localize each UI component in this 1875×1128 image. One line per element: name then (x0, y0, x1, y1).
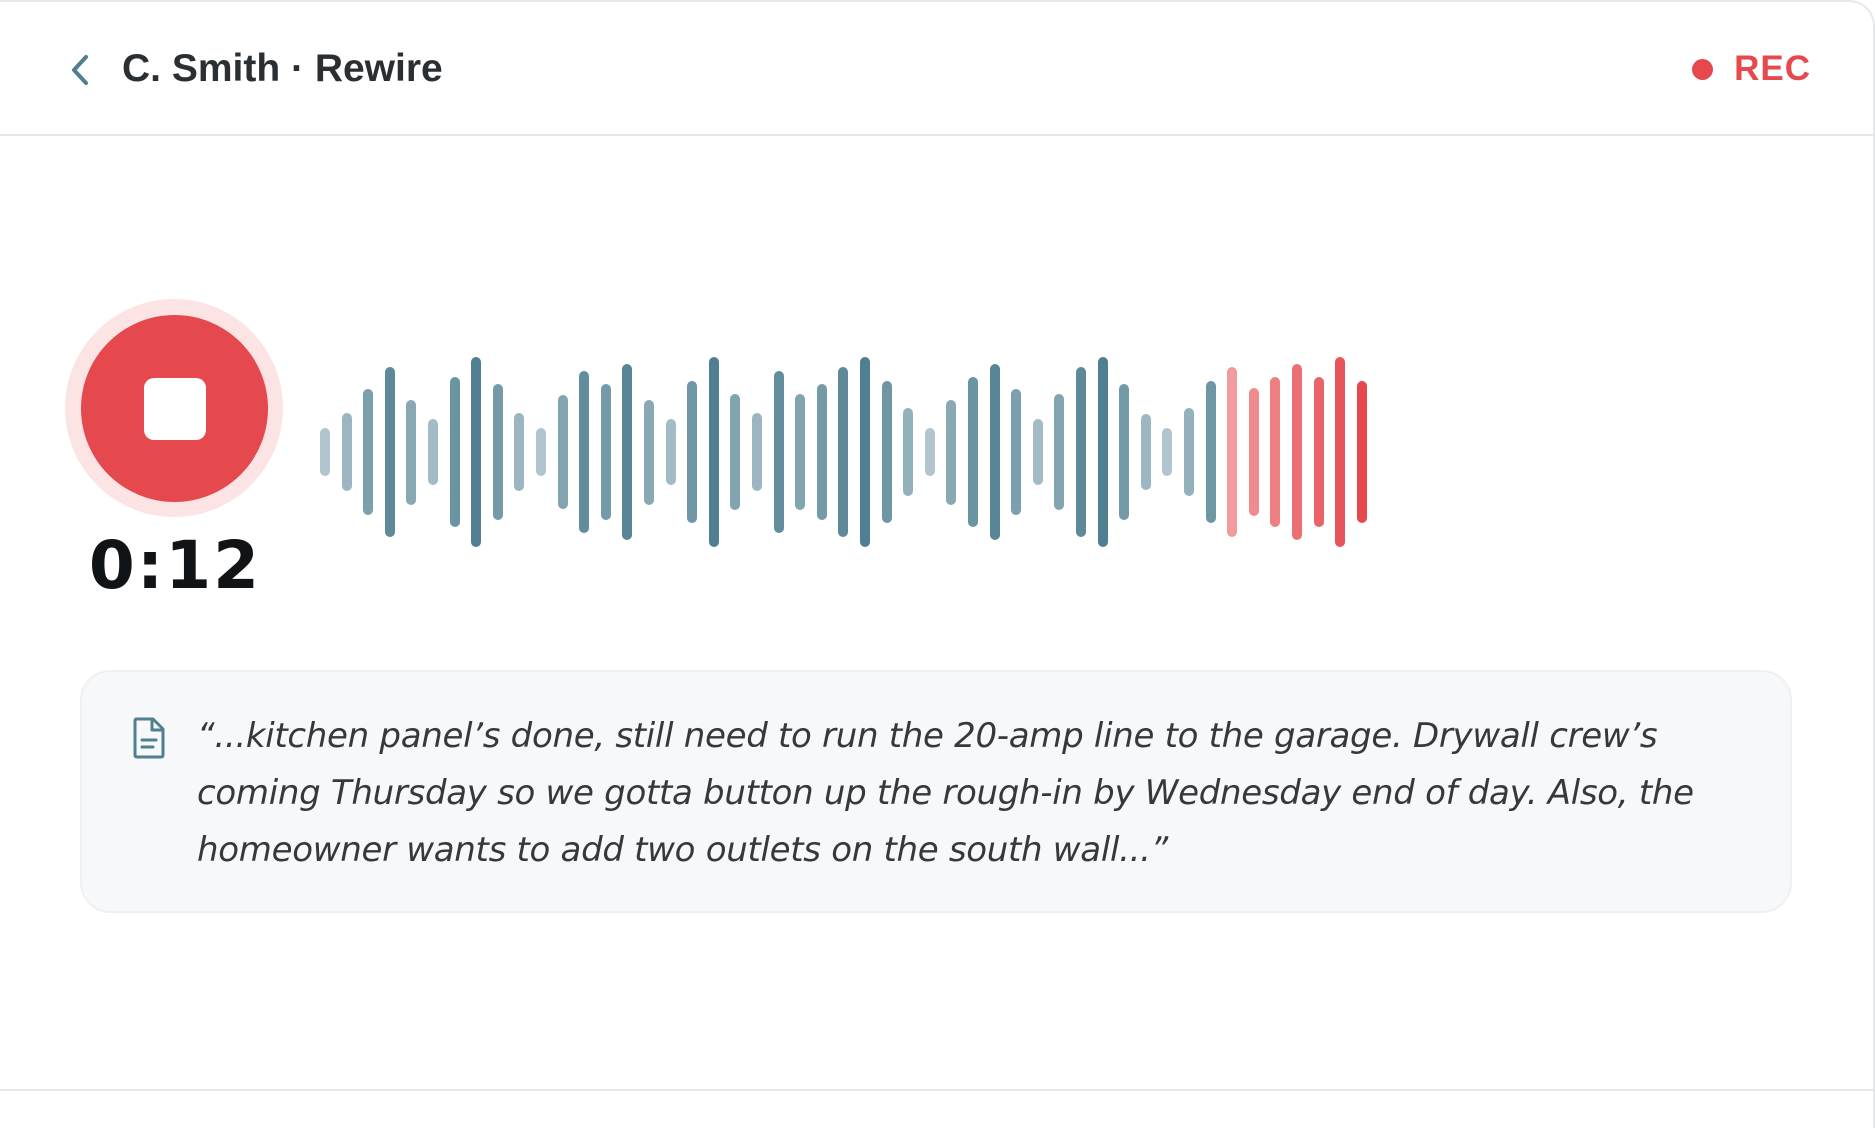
waveform-bar (665, 419, 676, 485)
waveform-bar (1335, 357, 1346, 547)
recording-indicator: REC (1692, 44, 1811, 94)
waveform-bar (1184, 408, 1194, 496)
waveform-bar (600, 384, 611, 520)
waveform-bar (881, 380, 892, 524)
waveform-bar (773, 371, 784, 533)
transcript-text: “...kitchen panel’s done, still need to … (197, 716, 1694, 870)
waveform-bar (492, 384, 503, 520)
waveform-bar (816, 384, 827, 520)
waveform-bar (514, 413, 525, 491)
waveform-bar (644, 399, 654, 505)
waveform-bar (557, 395, 568, 509)
waveform-bar (1032, 419, 1043, 485)
waveform-bar (1227, 367, 1238, 537)
chevron-left-icon (72, 55, 88, 85)
waveform-bar (687, 380, 698, 524)
waveform-bar (708, 357, 719, 547)
waveform-bar (1356, 380, 1367, 524)
document-icon (133, 717, 165, 759)
back-button[interactable] (60, 46, 100, 94)
waveform-bar (428, 419, 438, 485)
waveform-bar (449, 377, 460, 527)
waveform-bar (341, 413, 352, 491)
waveform-bar (1248, 388, 1259, 516)
waveform-bar (471, 357, 482, 547)
waveform-bar (968, 377, 978, 527)
waveform-bar (752, 413, 762, 491)
waveform-bar (1097, 357, 1108, 547)
waveform-bar (1076, 367, 1086, 537)
live-transcript: “...kitchen panel’s done, still need to … (80, 670, 1792, 913)
waveform-bar (1292, 363, 1302, 541)
waveform-bar (320, 428, 330, 476)
waveform-bar (1205, 380, 1216, 524)
waveform-bar (860, 357, 870, 547)
waveform (320, 342, 1380, 562)
recording-window: C. Smith · Rewire REC 0:12 “...kitchen p… (0, 0, 1875, 1128)
waveform-bar (1011, 389, 1022, 515)
recording-dot-icon (1692, 58, 1714, 80)
elapsed-time: 0:12 (88, 527, 262, 604)
waveform-bar (1054, 394, 1065, 510)
waveform-bar (536, 428, 546, 476)
recording-label: REC (1734, 49, 1811, 88)
waveform-bar (1270, 377, 1281, 527)
waveform-bar (924, 428, 935, 476)
waveform-bar (795, 394, 806, 510)
waveform-bar (622, 363, 633, 541)
footer-divider (0, 1089, 1873, 1091)
stop-icon (143, 377, 206, 440)
waveform-bar (946, 399, 957, 505)
waveform-bar (1313, 377, 1324, 527)
waveform-bar (989, 363, 1000, 541)
waveform-bar (579, 371, 590, 533)
waveform-bar (1119, 384, 1130, 520)
stop-recording-button[interactable] (81, 315, 268, 502)
waveform-bar (406, 399, 417, 505)
waveform-bar (838, 367, 849, 537)
page-title: C. Smith · Rewire (122, 47, 443, 90)
waveform-bar (730, 394, 741, 510)
waveform-bar (363, 389, 374, 515)
waveform-bar (903, 408, 914, 496)
waveform-bar (384, 367, 395, 537)
waveform-bar (1140, 413, 1151, 491)
waveform-bar (1162, 428, 1173, 476)
header: C. Smith · Rewire REC (0, 2, 1873, 136)
